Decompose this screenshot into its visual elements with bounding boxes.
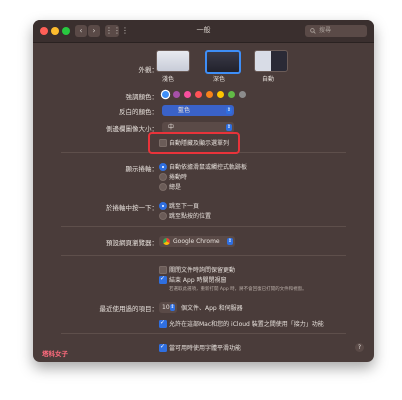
highlight-value: 藍色 — [178, 107, 191, 114]
default-browser-value: Google Chrome — [173, 238, 220, 245]
default-browser-select[interactable]: Google Chrome ⇕ — [159, 236, 235, 247]
scrollbar-option-always-radio[interactable] — [159, 183, 167, 191]
close-windows-checkbox[interactable] — [159, 275, 167, 284]
appearance-auto-label: 自動 — [262, 76, 275, 83]
handoff-checkbox[interactable] — [159, 319, 167, 328]
divider — [61, 226, 346, 227]
recent-items-label: 最近使用過的項目： — [99, 305, 159, 313]
chrome-icon — [163, 238, 170, 245]
sidebar-icon-size-label: 側邊欄圖像大小： — [106, 125, 158, 133]
highlight-annotation-box — [148, 132, 240, 154]
scrollbar-option-scrolling-radio[interactable] — [159, 173, 167, 181]
scrollbar-option-scrolling-label: 捲動時 — [169, 174, 188, 181]
scrollbar-option-always-label: 總是 — [169, 184, 182, 191]
appearance-auto-thumb[interactable] — [254, 50, 288, 72]
recent-items-count: 10 — [162, 304, 170, 311]
divider — [61, 333, 346, 334]
scroll-click-jump-radio[interactable] — [159, 212, 167, 220]
search-placeholder: 搜尋 — [319, 27, 332, 34]
appearance-light-label: 淺色 — [162, 76, 175, 83]
accent-color-swatch[interactable] — [195, 91, 202, 98]
appearance-dark-thumb[interactable] — [205, 50, 241, 74]
accent-color-swatch[interactable] — [173, 91, 180, 98]
appearance-light-thumb[interactable] — [156, 50, 190, 72]
scrollbar-option-auto-label: 自動依據滑鼠或觸控式軌跡板 — [169, 164, 248, 171]
show-scrollbars-label: 顯示捲軸： — [125, 165, 159, 173]
handoff-label: 允許在這部Mac和您的 iCloud 裝置之間使用「接力」功能 — [169, 321, 324, 328]
chevron-updown-icon: ⇕ — [226, 124, 232, 131]
scroll-click-label: 於捲軸中按一下： — [106, 204, 158, 212]
appearance-dark-label: 深色 — [213, 76, 226, 83]
preferences-window: ‹ › ⋮⋮⋮ 一般 搜尋 外觀： 淺色 深色 自動 強調顏色： 反白的顏色： … — [33, 20, 374, 362]
recent-items-suffix: 個文件、App 和伺服器 — [181, 305, 243, 312]
accent-color-swatch[interactable] — [206, 91, 213, 98]
search-icon — [310, 28, 316, 34]
highlight-select[interactable]: 藍色 ⇕ — [162, 105, 234, 116]
font-smoothing-label: 當可用時使用字體平滑功能 — [169, 345, 242, 352]
accent-color-swatch[interactable] — [239, 91, 246, 98]
close-windows-note: 若選取此選項，重新打開 App 時，將不會回復已打開的文件和視窗。 — [169, 287, 307, 292]
chevron-updown-icon: ⇕ — [227, 238, 233, 245]
title-bar: ‹ › ⋮⋮⋮ 一般 搜尋 — [33, 20, 374, 43]
divider — [61, 255, 346, 256]
highlight-label: 反白的顏色： — [119, 108, 158, 116]
watermark: 塔科女子 — [42, 350, 68, 358]
recent-items-count-select[interactable]: 10 ⇕ — [159, 302, 177, 313]
accent-color-label: 強調顏色： — [125, 93, 159, 101]
scroll-click-jump-label: 跳至點按的位置 — [169, 213, 212, 220]
scroll-click-next-page-label: 跳至下一頁 — [169, 203, 200, 210]
accent-color-swatch[interactable] — [228, 91, 235, 98]
scrollbar-option-auto-radio[interactable] — [159, 163, 167, 171]
close-windows-label: 結束 App 時關閉視窗 — [169, 277, 227, 284]
default-browser-label: 預設網頁瀏覽器： — [106, 239, 158, 247]
chevron-updown-icon: ⇕ — [170, 304, 175, 311]
ask-keep-changes-checkbox[interactable] — [159, 266, 167, 274]
accent-color-swatch[interactable] — [162, 91, 169, 98]
scroll-click-next-page-radio[interactable] — [159, 202, 167, 210]
appearance-label: 外觀： — [138, 66, 159, 74]
search-field[interactable]: 搜尋 — [305, 25, 367, 37]
help-button[interactable]: ? — [355, 343, 364, 352]
accent-color-swatch[interactable] — [184, 91, 191, 98]
font-smoothing-checkbox[interactable] — [159, 343, 167, 352]
accent-color-swatch[interactable] — [217, 91, 224, 98]
chevron-updown-icon: ⇕ — [226, 107, 232, 114]
ask-keep-changes-label: 關閉文件時詢問保留更動 — [169, 267, 236, 274]
